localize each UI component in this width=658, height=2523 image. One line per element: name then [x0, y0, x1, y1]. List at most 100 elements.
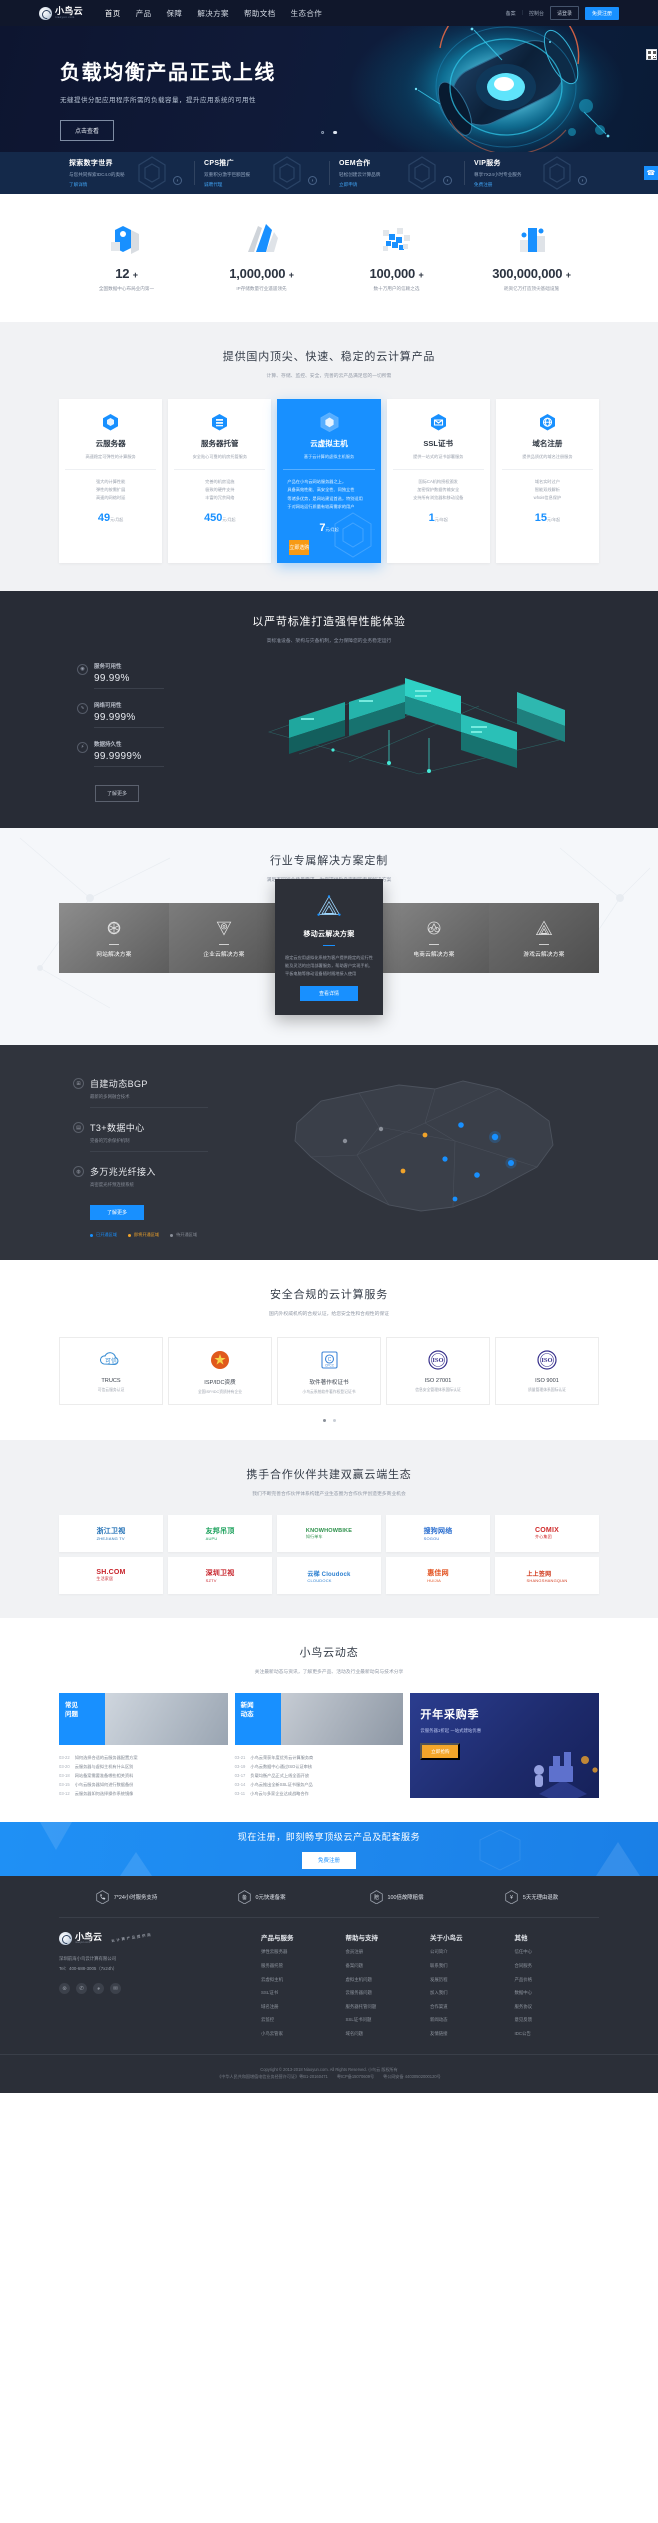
- product-card-hosting[interactable]: 服务器托管 安全贴心可靠的机房托管服务 完善的机房设施 极致的硬件支持 丰富的冗…: [168, 399, 272, 563]
- footer-link[interactable]: 云监控: [261, 2017, 346, 2024]
- wechat-icon[interactable]: ✆: [76, 1983, 87, 1994]
- footer-link[interactable]: 合同服务: [515, 1963, 600, 1970]
- solution-card-mobile-active[interactable]: 移动云解决方案 稳定云应用虚拟化系统为客户提供稳定的运行性能及灵活的应用部署服务…: [275, 878, 383, 1016]
- footer-link[interactable]: 产品价格: [515, 1977, 600, 1984]
- header-link-console[interactable]: 控制台: [529, 10, 544, 17]
- footer-link[interactable]: 服务协议: [515, 2004, 600, 2011]
- cert-card-iso9001[interactable]: ISO ISO 9001 质量管理体系国际认证: [495, 1337, 599, 1406]
- nav-item-home[interactable]: 首页: [105, 8, 121, 19]
- cert-card-copyright[interactable]: C CPCC 软件著作权证书 小鸟云系统软件著作权登记证书: [277, 1337, 381, 1406]
- reliability-more-button[interactable]: 了解更多: [95, 784, 140, 802]
- customer-service-icon[interactable]: ☎: [644, 166, 658, 180]
- qq-icon[interactable]: ◕: [93, 1983, 104, 1994]
- footer-link[interactable]: 服务器托管: [261, 1963, 346, 1970]
- carousel-dot-2[interactable]: [333, 130, 337, 134]
- footer-link[interactable]: SSL证书问题: [346, 2017, 431, 2024]
- partner-logo-card[interactable]: 上上签网 SHANGSHANGQIAN: [495, 1557, 599, 1595]
- login-button[interactable]: 请登录: [549, 6, 579, 20]
- solution-card-enterprise[interactable]: 企业云解决方案: [169, 902, 279, 973]
- quick-card-oem[interactable]: OEM合作 轻松创建云计算品牌 立即申请 ›: [329, 152, 464, 194]
- footer-logo[interactable]: 小鸟云 niaoyun.com 云 计 算 产 品 提 供 商: [59, 1932, 239, 1946]
- footer-link[interactable]: 加入我们: [430, 1990, 515, 1997]
- cert-card-trucs[interactable]: 可信 TRUCS 可信云服务认证: [59, 1337, 163, 1406]
- site-logo[interactable]: 小鸟云 niaoyun.com: [39, 6, 83, 20]
- product-card-cloud-server[interactable]: 云服务器 高速稳定可弹性的计算服务 强大的计算性能 弹性的按需扩展 高速的网络时…: [59, 399, 163, 563]
- news-item[interactable]: 03-12 云服务器如何选择操作系统镜像: [59, 1790, 228, 1799]
- solution-detail-button[interactable]: 查看详情: [300, 986, 358, 1002]
- news-item[interactable]: 03-11 小鸟云与多家企业达成战略合作: [235, 1790, 404, 1799]
- footer-link[interactable]: 域名问题: [346, 2031, 431, 2038]
- chevron-right-icon[interactable]: ›: [578, 176, 587, 185]
- chevron-right-icon[interactable]: ›: [443, 176, 452, 185]
- partner-logo-card[interactable]: 友邦吊顶 AUPU: [168, 1515, 272, 1553]
- cert-card-iso27001[interactable]: ISO ISO 27001 信息安全管理体系国际认证: [386, 1337, 490, 1406]
- footer-link[interactable]: 弹性云服务器: [261, 1949, 346, 1956]
- partner-logo-card[interactable]: 浙江卫视 ZHEJIANG TV: [59, 1515, 163, 1553]
- partner-logo-card[interactable]: KNOWHOWBIKE 知行单车: [277, 1515, 381, 1553]
- police-text[interactable]: 粤公网安备 44030502000120号: [383, 2074, 441, 2080]
- footer-link[interactable]: 域名注册: [261, 2004, 346, 2011]
- footer-link[interactable]: IDC公告: [515, 2031, 600, 2038]
- news-item[interactable]: 03-20 云服务器与虚拟主机有什么区别: [59, 1763, 228, 1772]
- nav-item-docs[interactable]: 帮助文档: [244, 8, 276, 19]
- chevron-right-icon[interactable]: ›: [308, 176, 317, 185]
- footer-link[interactable]: 友情链接: [430, 2031, 515, 2038]
- product-card-virtual-host[interactable]: 云虚拟主机 基于云计算的虚拟主机服务 产品在小鸟云网站服务器之上， 具备高效性能…: [277, 399, 381, 563]
- footer-link[interactable]: 意见反馈: [515, 2017, 600, 2024]
- footer-link[interactable]: 会员注册: [346, 1949, 431, 1956]
- footer-link[interactable]: 合作渠道: [430, 2004, 515, 2011]
- cert-card-isp[interactable]: ISP/IDC资质 全国ISP/IDC资质持有企业: [168, 1337, 272, 1406]
- solution-card-game[interactable]: 游戏云解决方案: [489, 902, 599, 973]
- solution-card-ecommerce[interactable]: 电商云解决方案: [379, 902, 489, 973]
- qr-code-icon[interactable]: [646, 49, 657, 60]
- product-card-domain[interactable]: 域名注册 提供品质优的域名注册服务 域名实时过户 智能双线解析 whois信息保…: [495, 399, 600, 563]
- chevron-right-icon[interactable]: ›: [173, 176, 182, 185]
- certs-dot-2[interactable]: [332, 1419, 336, 1423]
- weibo-icon[interactable]: ⊛: [59, 1983, 70, 1994]
- footer-link[interactable]: 公司简介: [430, 1949, 515, 1956]
- certs-dot-1[interactable]: [322, 1419, 326, 1423]
- footer-link[interactable]: 新闻动态: [430, 2017, 515, 2024]
- quick-card-cps[interactable]: CPS推广 双重积分激字巨额回报 诚聘代理 ›: [194, 152, 329, 194]
- icp-text[interactable]: 粤ICP备15070609号: [337, 2074, 374, 2080]
- footer-link[interactable]: 虚拟主机问题: [346, 1977, 431, 1984]
- footer-link[interactable]: 联系我们: [430, 1963, 515, 1970]
- quick-card-vip[interactable]: VIP服务 尊享7X24小时专业服务 免费注册 ›: [464, 152, 599, 194]
- partner-logo-card[interactable]: 深圳卫视 SZTV: [168, 1557, 272, 1595]
- footer-link[interactable]: 云服务器问题: [346, 1990, 431, 1997]
- promo-button[interactable]: 立即抢购: [420, 1743, 461, 1761]
- partner-logo-card[interactable]: 搜狗网络 SOGOU: [386, 1515, 490, 1553]
- news-thumbnail[interactable]: 新闻 动态: [234, 1693, 404, 1746]
- footer-link[interactable]: 信任中心: [515, 1949, 600, 1956]
- news-item[interactable]: 03-22 如何选择合适的云服务器配置方案: [59, 1754, 228, 1763]
- footer-link[interactable]: 数据中心: [515, 1990, 600, 1997]
- partner-logo-card[interactable]: SH.COM 生活家居: [59, 1557, 163, 1595]
- partner-logo-card[interactable]: COMIX 齐心集团: [495, 1515, 599, 1553]
- nav-item-products[interactable]: 产品: [136, 8, 152, 19]
- footer-link[interactable]: 服务器托管问题: [346, 2004, 431, 2011]
- nav-item-guarantee[interactable]: 保障: [167, 8, 183, 19]
- partner-logo-card[interactable]: 云梯 Cloudock CLOUDOCK: [277, 1557, 381, 1595]
- news-item[interactable]: 03-21 小鸟云荣获年度优秀云计算服务商: [235, 1754, 404, 1763]
- news-item[interactable]: 03-19 小鸟云数据中心通过ISO认证审核: [235, 1763, 404, 1772]
- footer-link[interactable]: 发展历程: [430, 1977, 515, 1984]
- solution-card-website[interactable]: 网站解决方案: [59, 902, 169, 973]
- register-button[interactable]: 免费注册: [584, 6, 619, 20]
- news-item[interactable]: 03-14 小鸟云推出全新SSL证书服务产品: [235, 1781, 404, 1790]
- news-item[interactable]: 03-18 网站备案需要准备哪些相关资料: [59, 1772, 228, 1781]
- promo-banner[interactable]: 开年采购季 云服务器1折起 一站式建站优惠 立即抢购: [410, 1693, 600, 1799]
- footer-link[interactable]: 小鸟云管家: [261, 2031, 346, 2038]
- network-more-button[interactable]: 了解更多: [90, 1205, 144, 1221]
- carousel-dot-1[interactable]: [321, 130, 325, 134]
- mail-icon[interactable]: ✉: [110, 1983, 121, 1994]
- hero-cta-button[interactable]: 点击查看: [60, 120, 115, 141]
- footer-link[interactable]: SSL证书: [261, 1990, 346, 1997]
- footer-link[interactable]: 备案问题: [346, 1963, 431, 1970]
- footer-link[interactable]: 云虚拟主机: [261, 1977, 346, 1984]
- news-item[interactable]: 03-17 负载均衡产品正式上线全面开放: [235, 1772, 404, 1781]
- buy-now-button[interactable]: 立即选购: [289, 539, 310, 555]
- quick-card-explore[interactable]: 探索数字世界 与您共同探索IDC4.0的奥秘 了解详情 ›: [59, 152, 194, 194]
- product-card-ssl[interactable]: SSL证书 提供一站式的证书部署服务 国际CA机构授权颁发 加密保护数据传输安全…: [386, 399, 490, 563]
- news-thumbnail[interactable]: 常见 问题: [59, 1693, 228, 1746]
- partner-logo-card[interactable]: 惠佳网 HUIJIA: [386, 1557, 490, 1595]
